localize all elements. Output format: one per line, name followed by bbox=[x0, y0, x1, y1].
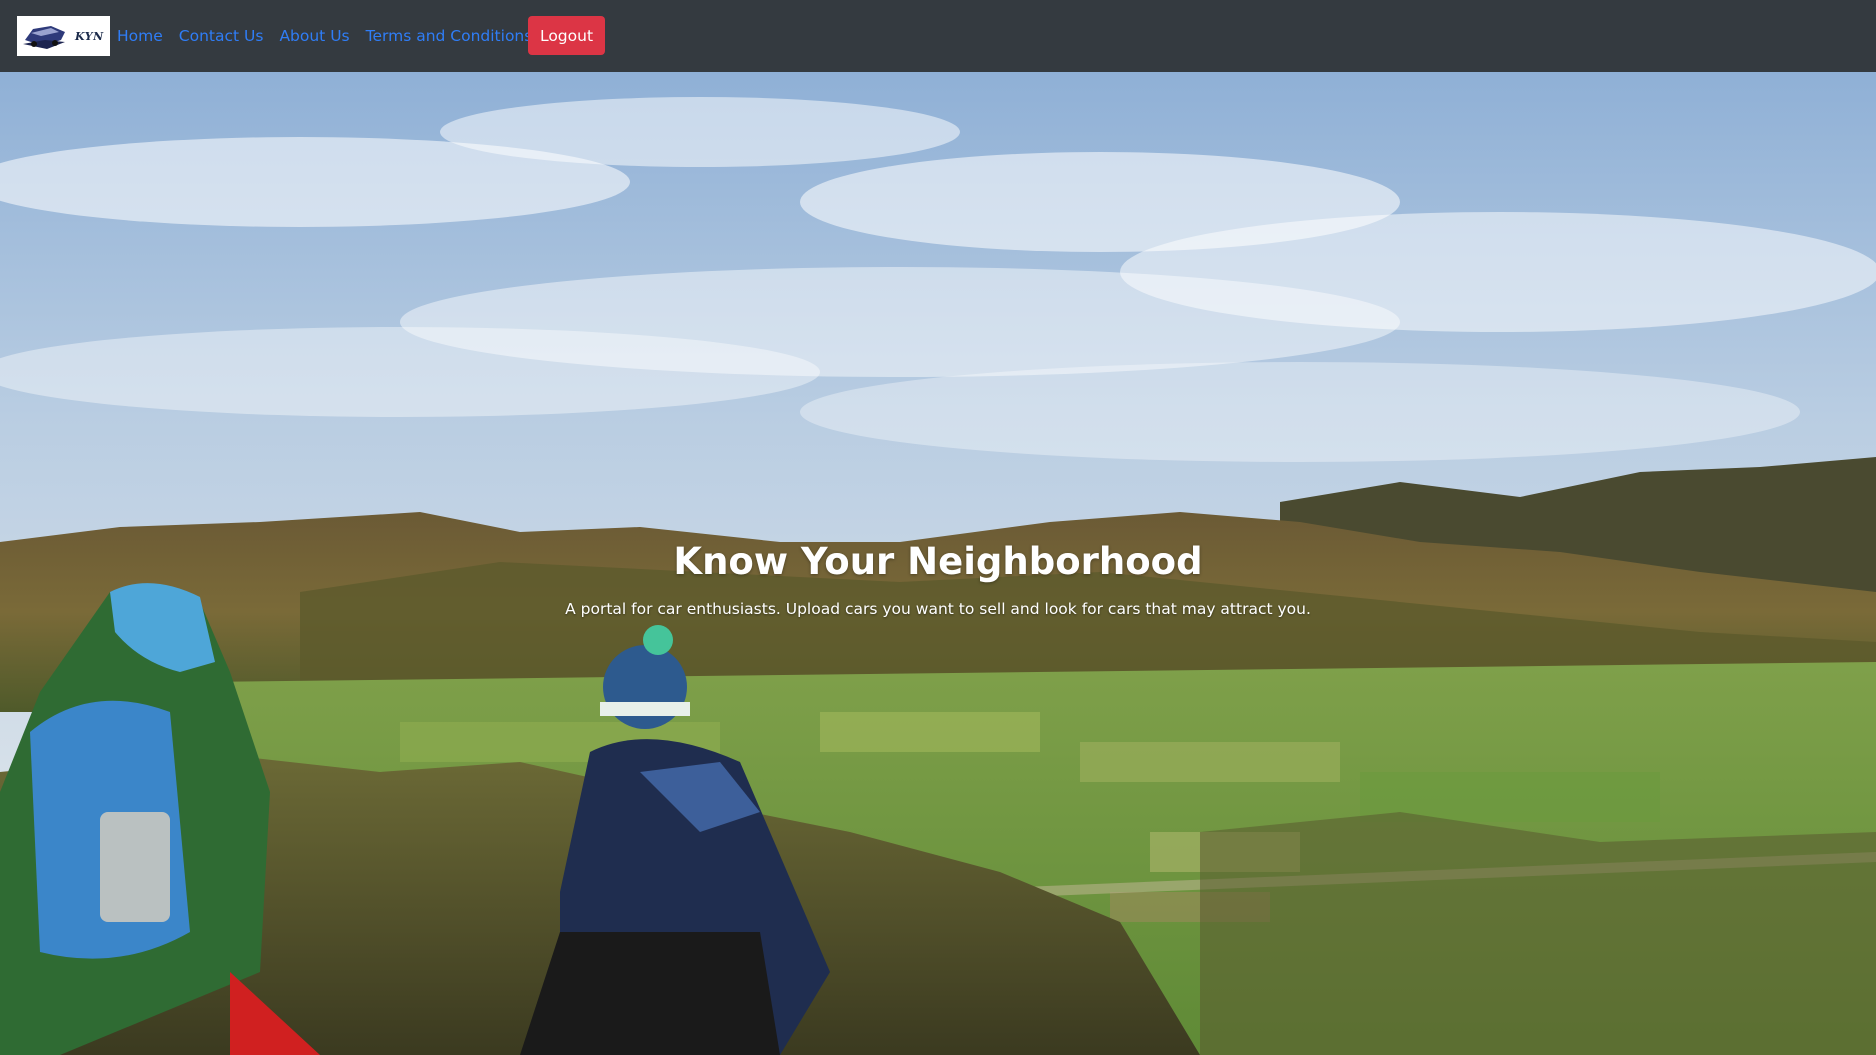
nav-link-about-us[interactable]: About Us bbox=[279, 27, 349, 45]
kyn-car-logo-icon bbox=[23, 26, 65, 49]
nav-links: Home Contact Us About Us Terms and Condi… bbox=[117, 0, 548, 72]
nav-link-home[interactable]: Home bbox=[117, 27, 163, 45]
navbar: KYN Home Contact Us About Us Terms and C… bbox=[0, 0, 1876, 72]
brand-logo-text: KYN bbox=[75, 29, 104, 43]
brand-logo[interactable]: KYN bbox=[17, 16, 110, 56]
nav-link-terms-and-conditions[interactable]: Terms and Conditions bbox=[366, 27, 533, 45]
hero-section: Know Your Neighborhood A portal for car … bbox=[0, 72, 1876, 1055]
logout-button[interactable]: Logout bbox=[528, 16, 605, 55]
nav-link-contact-us[interactable]: Contact Us bbox=[179, 27, 264, 45]
hero-background-image bbox=[0, 72, 1876, 1055]
